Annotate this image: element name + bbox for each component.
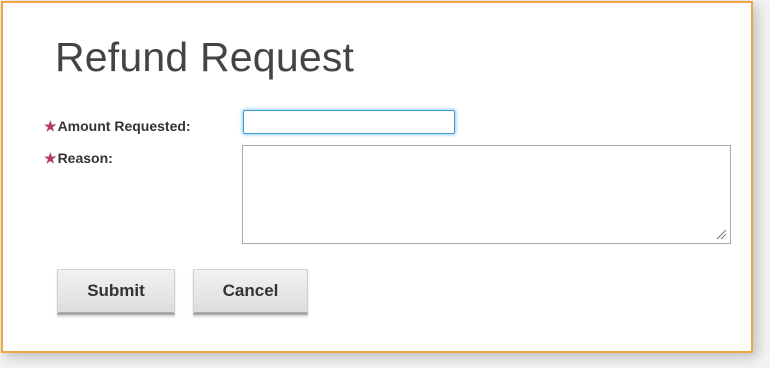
submit-button[interactable]: Submit xyxy=(57,269,175,315)
required-star-icon: ★ xyxy=(44,150,57,166)
amount-requested-label: ★Amount Requested: xyxy=(44,117,191,135)
page-title: Refund Request xyxy=(55,34,355,80)
reason-textarea[interactable] xyxy=(242,145,731,244)
cancel-button[interactable]: Cancel xyxy=(193,269,308,315)
reason-label: ★Reason: xyxy=(44,149,113,167)
amount-requested-label-text: Amount Requested: xyxy=(57,118,191,134)
resize-grip-icon[interactable] xyxy=(715,228,727,240)
amount-requested-input[interactable] xyxy=(243,110,455,134)
reason-label-text: Reason: xyxy=(57,150,113,166)
refund-request-dialog: Refund Request ★Amount Requested: ★Reaso… xyxy=(1,1,753,353)
required-star-icon: ★ xyxy=(44,118,57,134)
